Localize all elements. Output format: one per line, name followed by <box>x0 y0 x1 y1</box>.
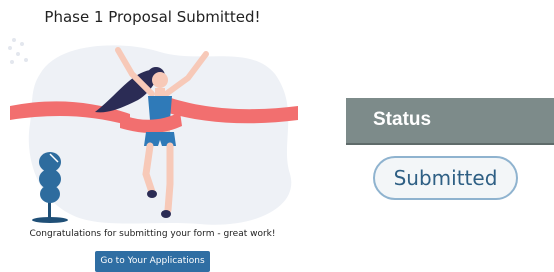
status-header-label: Status <box>373 109 432 130</box>
finish-line-illustration <box>8 38 298 225</box>
congratulations-message: Congratulations for submitting your form… <box>29 229 276 239</box>
status-column-header: Status <box>346 98 554 145</box>
submission-confirmation-panel: Phase 1 Proposal Submitted! Congratulati… <box>0 0 305 272</box>
page-title: Phase 1 Proposal Submitted! <box>44 8 261 26</box>
go-to-applications-button[interactable]: Go to Your Applications <box>95 251 210 272</box>
status-badge: Submitted <box>373 156 518 200</box>
decorative-dots <box>8 38 28 64</box>
runner-top <box>148 96 172 120</box>
